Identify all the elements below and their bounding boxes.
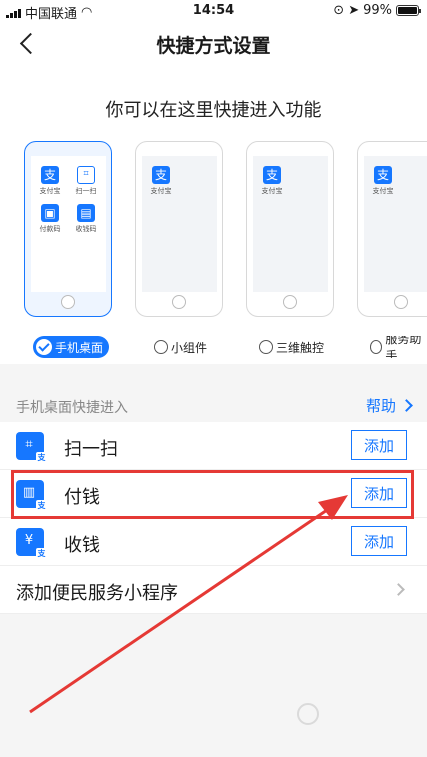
mini-app: ⌗ 扫一扫 [71,166,101,196]
chevron-right-icon [392,583,405,596]
alipay-icon: 支 [263,166,281,184]
row-label: 扫一扫 [64,439,118,460]
collect-icon: ¥ 支 [16,528,47,559]
status-bar: 中国联通 ◠ 14:54 ⊙ ➤ 99% [0,0,427,22]
scan-icon: ⌗ 支 [16,432,47,463]
shortcut-type-options: 手机桌面 小组件 三维触控 服务助手 [0,336,427,358]
check-icon [36,339,52,355]
section-header: 手机桌面快捷进入 帮助 [0,390,427,422]
alipay-icon: 支 [41,166,59,184]
location-icon: ➤ [348,3,360,18]
option-3d-touch[interactable]: 三维触控 [259,336,324,358]
phone-previews: 支 支付宝 ⌗ 扫一扫 ▣ 付款码 ▤ 收钱码 支 支付宝 支 支付宝 支 支付… [0,141,427,321]
battery-percent: 99% [363,3,392,18]
add-scan-button[interactable]: 添加 [351,430,407,460]
page-title: 快捷方式设置 [156,35,271,57]
shortcut-type-panel: 你可以在这里快捷进入功能 支 支付宝 ⌗ 扫一扫 ▣ 付款码 ▤ 收钱码 支 支… [0,64,427,364]
phone-preview-service-assistant[interactable]: 支 支付宝 [357,141,427,317]
phone-preview-3d-touch[interactable]: 支 支付宝 [246,141,334,317]
watermark-logo [297,703,417,737]
lock-rotation-icon: ⊙ [333,3,345,18]
chevron-right-icon [400,399,413,412]
highlight-box [11,470,414,519]
mini-app: 支 支付宝 [261,166,283,195]
list-item-collect: ¥ 支 收钱 添加 [0,518,427,566]
scan-icon: ⌗ [77,166,95,184]
home-button-icon [172,295,186,309]
option-desktop[interactable]: 手机桌面 [33,336,110,358]
nav-bar: 快捷方式设置 [0,22,427,64]
section-title: 手机桌面快捷进入 [16,400,128,416]
row-label: 添加便民服务小程序 [16,583,178,604]
option-widget[interactable]: 小组件 [154,336,207,358]
pay-code-icon: ▣ [41,204,59,222]
battery-icon [396,5,421,16]
mini-program-link[interactable]: 添加便民服务小程序 [0,566,427,614]
radio-icon [154,340,168,354]
help-link[interactable]: 帮助 [366,395,413,416]
mini-app: ▤ 收钱码 [75,204,97,233]
option-service-assistant[interactable]: 服务助手 [370,336,427,358]
mini-app: 支 支付宝 [372,166,394,195]
home-button-icon [283,295,297,309]
radio-icon [370,340,383,354]
mini-app: 支 支付宝 [150,166,172,195]
radio-icon [259,340,273,354]
alipay-icon: 支 [152,166,170,184]
phone-preview-widget[interactable]: 支 支付宝 [135,141,223,317]
mini-app: ▣ 付款码 [39,204,61,233]
row-label: 收钱 [64,535,100,556]
add-collect-button[interactable]: 添加 [351,526,407,556]
alipay-icon: 支 [374,166,392,184]
mini-app: 支 支付宝 [39,166,61,195]
home-button-icon [61,295,75,309]
phone-preview-desktop[interactable]: 支 支付宝 ⌗ 扫一扫 ▣ 付款码 ▤ 收钱码 [24,141,112,317]
list-item-scan: ⌗ 支 扫一扫 添加 [0,422,427,470]
intro-text: 你可以在这里快捷进入功能 [105,100,322,121]
home-button-icon [394,295,408,309]
collect-code-icon: ▤ [77,204,95,222]
